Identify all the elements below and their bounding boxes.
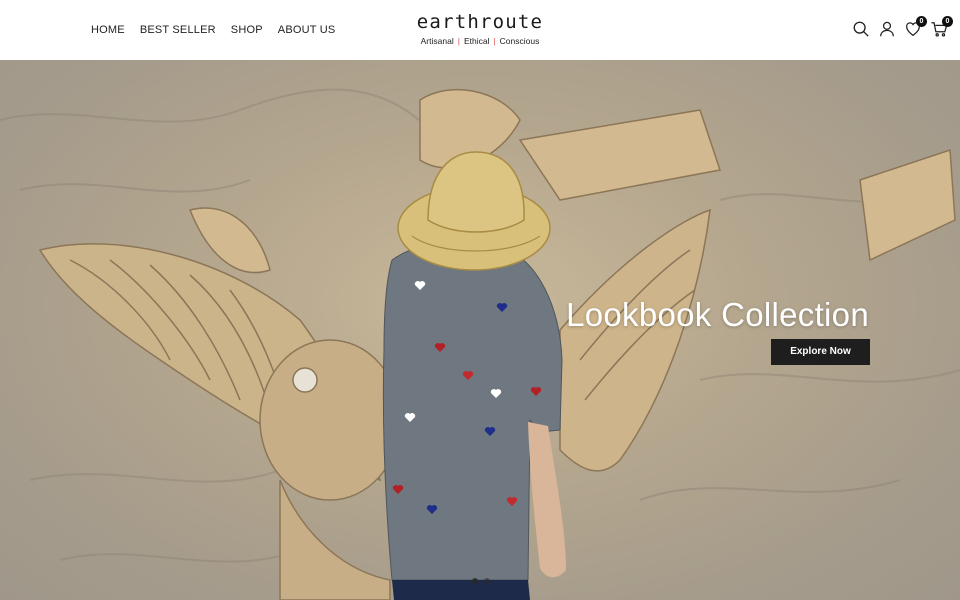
site-header: HOME BEST SELLER SHOP ABOUT US earthrout… [0, 0, 960, 60]
slider-dot-1[interactable] [472, 578, 478, 584]
wishlist-count-badge: 0 [916, 16, 927, 27]
tagline-conscious: Conscious [499, 36, 540, 46]
search-icon[interactable] [852, 20, 870, 38]
nav-home[interactable]: HOME [91, 23, 125, 37]
explore-now-button[interactable]: Explore Now [771, 339, 870, 365]
user-icon[interactable] [878, 20, 896, 38]
slider-dot-2[interactable] [484, 578, 490, 584]
main-nav: HOME BEST SELLER SHOP ABOUT US [91, 23, 350, 37]
logo-wordmark: earthroute [416, 11, 544, 33]
nav-shop[interactable]: SHOP [231, 23, 263, 37]
hero-banner: Lookbook Collection Explore Now [0, 60, 960, 600]
logo-tagline: Artisanal | Ethical | Conscious [390, 35, 570, 47]
tagline-artisanal: Artisanal [420, 36, 454, 46]
tagline-ethical: Ethical [463, 36, 490, 46]
hero-title: Lookbook Collection [566, 296, 869, 333]
tagline-separator: | [457, 36, 460, 46]
heart-icon[interactable]: 0 [904, 16, 927, 38]
site-logo[interactable]: earthroute Artisanal | Ethical | Conscious [390, 11, 570, 47]
nav-best-seller[interactable]: BEST SELLER [140, 23, 216, 37]
header-icons: 0 0 [844, 16, 953, 38]
slider-dots [472, 578, 490, 584]
cart-count-badge: 0 [942, 16, 953, 27]
cart-icon[interactable]: 0 [930, 16, 953, 38]
tagline-separator: | [493, 36, 496, 46]
nav-about-us[interactable]: ABOUT US [278, 23, 336, 37]
